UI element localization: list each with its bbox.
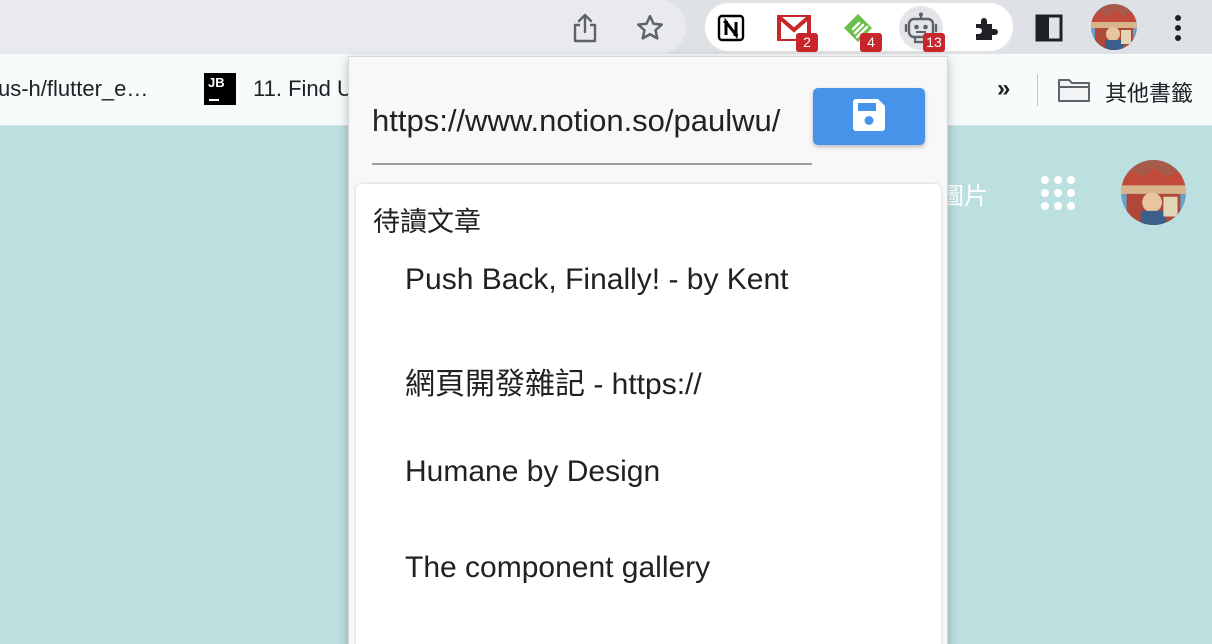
bookmark-other-folder-label[interactable]: 其他書籤 <box>1105 76 1193 108</box>
robot-extension-icon[interactable]: 13 <box>899 6 945 52</box>
reading-list-card: 待讀文章 Push Back, Finally! - by Kent 網頁開發雜… <box>356 184 941 644</box>
bookmarks-divider <box>1037 74 1038 106</box>
url-input-wrapper <box>372 81 812 165</box>
bookmark-flutter[interactable]: us-h/flutter_e… <box>0 76 148 102</box>
folder-icon <box>1057 77 1091 108</box>
reading-list-title: 待讀文章 <box>373 207 481 237</box>
side-panel-icon[interactable] <box>1027 6 1071 50</box>
bookmark-star-icon[interactable] <box>628 6 672 50</box>
feedly-badge: 4 <box>860 33 882 52</box>
gmail-extension-icon[interactable]: 2 <box>772 6 818 52</box>
profile-avatar[interactable] <box>1091 4 1137 50</box>
bookmark-find-u[interactable]: 11. Find U <box>253 76 353 102</box>
share-icon[interactable] <box>563 6 607 50</box>
list-item[interactable]: Humane by Design <box>405 455 925 495</box>
puzzle-icon[interactable] <box>964 6 1008 50</box>
feedly-extension-icon[interactable]: 4 <box>836 6 882 52</box>
robot-badge: 13 <box>923 33 945 52</box>
list-item[interactable]: The component gallery <box>405 551 925 591</box>
apps-grid-icon[interactable] <box>1041 176 1075 210</box>
list-item[interactable]: 網頁開發雜記 - https:// <box>405 359 925 399</box>
list-item[interactable]: Push Back, Finally! - by Kent <box>405 263 925 303</box>
notion-extension-icon[interactable] <box>709 6 753 50</box>
extension-popup: 待讀文章 Push Back, Finally! - by Kent 網頁開發雜… <box>348 56 948 644</box>
floppy-disk-icon <box>849 95 889 138</box>
account-avatar[interactable] <box>1121 160 1186 225</box>
gmail-badge: 2 <box>796 33 818 52</box>
url-input[interactable] <box>372 81 812 161</box>
save-button[interactable] <box>813 88 925 145</box>
jetbrains-icon: JB <box>204 73 236 105</box>
browser-toolbar: 2 4 13 <box>0 0 1212 54</box>
bookmarks-overflow-button[interactable]: » <box>997 75 1010 103</box>
more-vert-icon[interactable] <box>1156 6 1200 50</box>
